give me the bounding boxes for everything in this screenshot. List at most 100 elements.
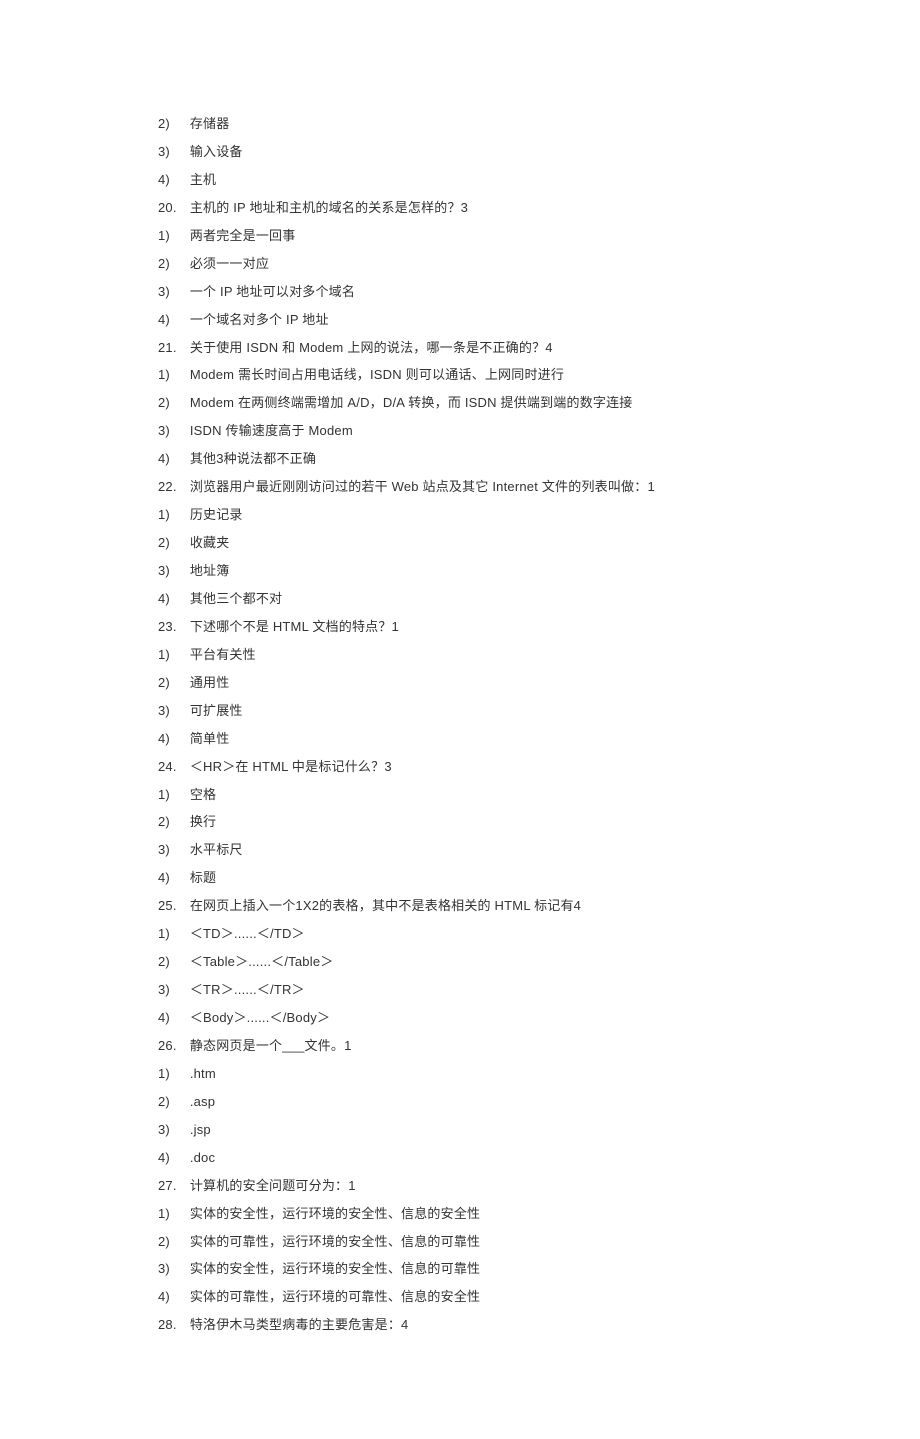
line-text: 换行 <box>190 814 216 829</box>
document-line: 3) 地址簿 <box>158 557 920 585</box>
line-marker: 1) <box>158 361 186 389</box>
line-marker: 3) <box>158 1255 186 1283</box>
line-text: 可扩展性 <box>190 703 243 718</box>
line-marker: 3) <box>158 976 186 1004</box>
line-marker: 2) <box>158 389 186 417</box>
line-text: 一个域名对多个 IP 地址 <box>190 312 329 327</box>
document-line: 24. ＜HR＞在 HTML 中是标记什么？3 <box>158 753 920 781</box>
line-text: 计算机的安全问题可分为：1 <box>190 1178 356 1193</box>
line-text: .doc <box>190 1150 215 1165</box>
document-line: 2) 换行 <box>158 808 920 836</box>
line-text: 输入设备 <box>190 144 243 159</box>
document-line: 4) 简单性 <box>158 725 920 753</box>
line-marker: 2) <box>158 110 186 138</box>
document-line: 1) 两者完全是一回事 <box>158 222 920 250</box>
line-marker: 1) <box>158 222 186 250</box>
line-marker: 4) <box>158 585 186 613</box>
line-marker: 2) <box>158 669 186 697</box>
line-text: 地址簿 <box>190 563 230 578</box>
line-text: 平台有关性 <box>190 647 256 662</box>
line-text: ＜TD＞......＜/TD＞ <box>190 926 305 941</box>
line-marker: 1) <box>158 920 186 948</box>
line-marker: 4) <box>158 1283 186 1311</box>
line-text: 两者完全是一回事 <box>190 228 296 243</box>
document-line: 4) 主机 <box>158 166 920 194</box>
document-line: 3) 输入设备 <box>158 138 920 166</box>
document-line: 4) 标题 <box>158 864 920 892</box>
line-text: ＜TR＞......＜/TR＞ <box>190 982 305 997</box>
line-marker: 1) <box>158 1200 186 1228</box>
line-text: ＜Table＞......＜/Table＞ <box>190 954 334 969</box>
line-text: .htm <box>190 1066 216 1081</box>
line-text: 关于使用 ISDN 和 Modem 上网的说法，哪一条是不正确的？4 <box>190 340 553 355</box>
line-marker: 4) <box>158 445 186 473</box>
line-text: 收藏夹 <box>190 535 230 550</box>
line-marker: 21. <box>158 334 186 362</box>
line-marker: 1) <box>158 501 186 529</box>
document-line: 21. 关于使用 ISDN 和 Modem 上网的说法，哪一条是不正确的？4 <box>158 334 920 362</box>
document-line: 4) ＜Body＞......＜/Body＞ <box>158 1004 920 1032</box>
document-line: 2) 收藏夹 <box>158 529 920 557</box>
line-text: .asp <box>190 1094 215 1109</box>
line-marker: 1) <box>158 1060 186 1088</box>
line-marker: 3) <box>158 557 186 585</box>
line-marker: 23. <box>158 613 186 641</box>
line-text: ＜HR＞在 HTML 中是标记什么？3 <box>190 759 392 774</box>
document-line: 22. 浏览器用户最近刚刚访问过的若干 Web 站点及其它 Internet 文… <box>158 473 920 501</box>
line-text: 简单性 <box>190 731 230 746</box>
line-marker: 28. <box>158 1311 186 1339</box>
line-marker: 2) <box>158 1088 186 1116</box>
line-marker: 4) <box>158 1004 186 1032</box>
document-line: 2) 通用性 <box>158 669 920 697</box>
line-marker: 2) <box>158 529 186 557</box>
document-line: 3) 一个 IP 地址可以对多个域名 <box>158 278 920 306</box>
line-text: ＜Body＞......＜/Body＞ <box>190 1010 330 1025</box>
line-text: 实体的安全性，运行环境的安全性、信息的可靠性 <box>190 1261 480 1276</box>
line-text: 实体的可靠性，运行环境的安全性、信息的可靠性 <box>190 1234 480 1249</box>
line-text: .jsp <box>190 1122 211 1137</box>
line-text: 一个 IP 地址可以对多个域名 <box>190 284 355 299</box>
line-text: 浏览器用户最近刚刚访问过的若干 Web 站点及其它 Internet 文件的列表… <box>190 479 655 494</box>
document-line: 2) 存储器 <box>158 110 920 138</box>
document-line: 2) ＜Table＞......＜/Table＞ <box>158 948 920 976</box>
document-line: 1) ＜TD＞......＜/TD＞ <box>158 920 920 948</box>
document-line: 3) 实体的安全性，运行环境的安全性、信息的可靠性 <box>158 1255 920 1283</box>
line-marker: 3) <box>158 138 186 166</box>
line-marker: 2) <box>158 808 186 836</box>
line-text: 历史记录 <box>190 507 243 522</box>
document-line: 2) 实体的可靠性，运行环境的安全性、信息的可靠性 <box>158 1228 920 1256</box>
line-text: 空格 <box>190 787 216 802</box>
line-text: 其他3种说法都不正确 <box>190 451 316 466</box>
line-text: 主机的 IP 地址和主机的域名的关系是怎样的？3 <box>190 200 468 215</box>
line-text: 实体的安全性，运行环境的安全性、信息的安全性 <box>190 1206 480 1221</box>
line-marker: 3) <box>158 1116 186 1144</box>
line-text: 标题 <box>190 870 216 885</box>
line-marker: 4) <box>158 166 186 194</box>
document-line: 3) 水平标尺 <box>158 836 920 864</box>
document-line: 3) ＜TR＞......＜/TR＞ <box>158 976 920 1004</box>
line-marker: 4) <box>158 864 186 892</box>
line-marker: 2) <box>158 1228 186 1256</box>
document-line: 1) Modem 需长时间占用电话线，ISDN 则可以通话、上网同时进行 <box>158 361 920 389</box>
document-line: 4) 其他3种说法都不正确 <box>158 445 920 473</box>
document-line: 4) 其他三个都不对 <box>158 585 920 613</box>
document-line: 20. 主机的 IP 地址和主机的域名的关系是怎样的？3 <box>158 194 920 222</box>
document-line: 3) 可扩展性 <box>158 697 920 725</box>
line-marker: 1) <box>158 781 186 809</box>
line-text: 特洛伊木马类型病毒的主要危害是：4 <box>190 1317 409 1332</box>
line-text: 其他三个都不对 <box>190 591 282 606</box>
document-line: 3) .jsp <box>158 1116 920 1144</box>
document-line: 4) .doc <box>158 1144 920 1172</box>
line-text: ISDN 传输速度高于 Modem <box>190 423 353 438</box>
line-text: 存储器 <box>190 116 230 131</box>
document-line: 3) ISDN 传输速度高于 Modem <box>158 417 920 445</box>
line-text: 水平标尺 <box>190 842 243 857</box>
document-line: 27. 计算机的安全问题可分为：1 <box>158 1172 920 1200</box>
document-body: 2) 存储器3) 输入设备4) 主机20. 主机的 IP 地址和主机的域名的关系… <box>158 110 920 1339</box>
line-text: Modem 需长时间占用电话线，ISDN 则可以通话、上网同时进行 <box>190 367 564 382</box>
document-line: 1) 历史记录 <box>158 501 920 529</box>
line-marker: 1) <box>158 641 186 669</box>
line-text: 必须一一对应 <box>190 256 269 271</box>
line-marker: 22. <box>158 473 186 501</box>
line-marker: 24. <box>158 753 186 781</box>
